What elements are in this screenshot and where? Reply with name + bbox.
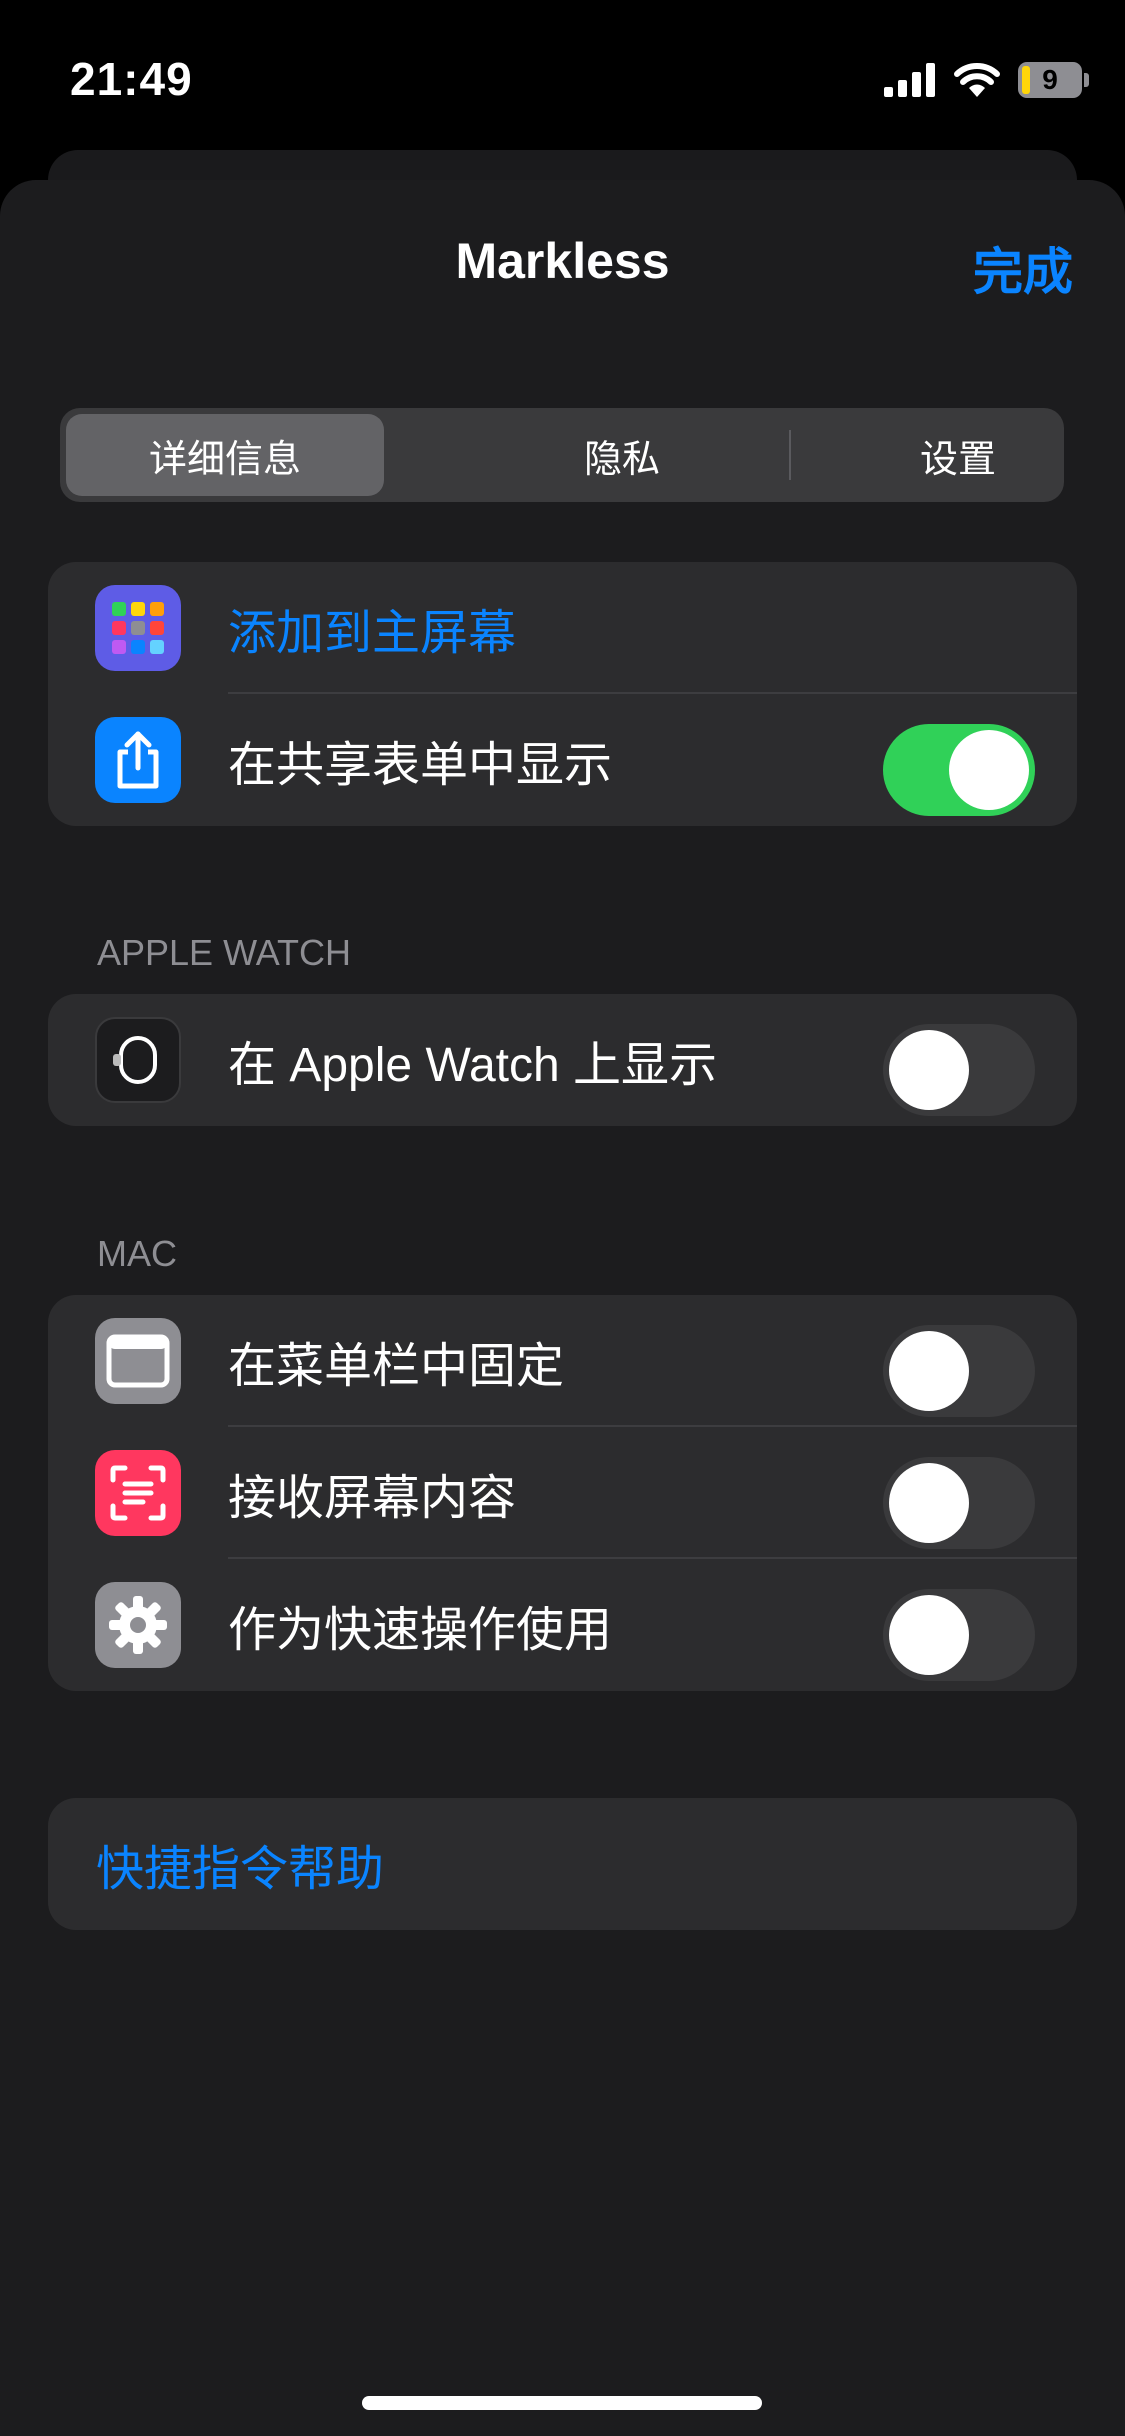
share-sheet-row: 在共享表单中显示 [48,694,1077,826]
gear-icon [95,1582,181,1668]
pin-menu-bar-toggle[interactable] [883,1325,1035,1417]
app-grid-icon [95,585,181,671]
quick-action-toggle[interactable] [883,1589,1035,1681]
add-to-home-label: 添加到主屏幕 [228,607,517,660]
battery-level: 9 [1042,64,1058,95]
share-sheet-toggle[interactable] [883,724,1035,816]
quick-action-row: 作为快速操作使用 [48,1559,1077,1691]
home-indicator[interactable] [362,2396,762,2410]
sheet-title: Markless [455,233,670,289]
mac-group: 在菜单栏中固定 接收屏幕内容 作为快速操作使用 [48,1295,1077,1691]
show-on-watch-toggle[interactable] [883,1024,1035,1116]
menu-bar-icon [95,1318,181,1404]
receive-screen-label: 接收屏幕内容 [228,1472,517,1525]
add-to-home-row[interactable]: 添加到主屏幕 [48,562,1077,694]
segment-divider [789,430,791,480]
help-group: 快捷指令帮助 [48,1798,1077,1930]
battery-icon: 9 [1018,62,1082,98]
wifi-icon [954,63,1000,97]
tab-details[interactable]: 详细信息 [66,414,384,496]
screen-capture-icon [95,1450,181,1536]
apple-watch-icon [95,1017,181,1103]
share-icon [95,717,181,803]
apple-watch-header: APPLE WATCH [97,932,352,973]
segmented-control: 详细信息 隐私 设置 [60,408,1064,502]
apple-watch-group: 在 Apple Watch 上显示 [48,994,1077,1126]
quick-action-label: 作为快速操作使用 [228,1604,613,1657]
mac-header: MAC [97,1233,177,1274]
status-time: 21:49 [70,53,193,105]
show-on-watch-label: 在 Apple Watch 上显示 [228,1039,718,1092]
receive-screen-toggle[interactable] [883,1457,1035,1549]
share-sheet-label: 在共享表单中显示 [228,739,613,792]
general-group: 添加到主屏幕 在共享表单中显示 [48,562,1077,826]
receive-screen-row: 接收屏幕内容 [48,1427,1077,1559]
battery-cap [1084,73,1089,87]
pin-menu-bar-row: 在菜单栏中固定 [48,1295,1077,1427]
status-bar: 21:49 9 [0,0,1125,150]
done-button[interactable]: 完成 [973,232,1073,304]
tab-settings[interactable]: 设置 [792,414,1124,496]
show-on-watch-row: 在 Apple Watch 上显示 [48,994,1077,1126]
status-icons: 9 [884,58,1089,102]
tab-privacy[interactable]: 隐私 [452,414,792,496]
cellular-signal-icon [884,63,935,97]
shortcuts-help-link[interactable]: 快捷指令帮助 [96,1798,384,1930]
pin-menu-bar-label: 在菜单栏中固定 [228,1340,565,1393]
